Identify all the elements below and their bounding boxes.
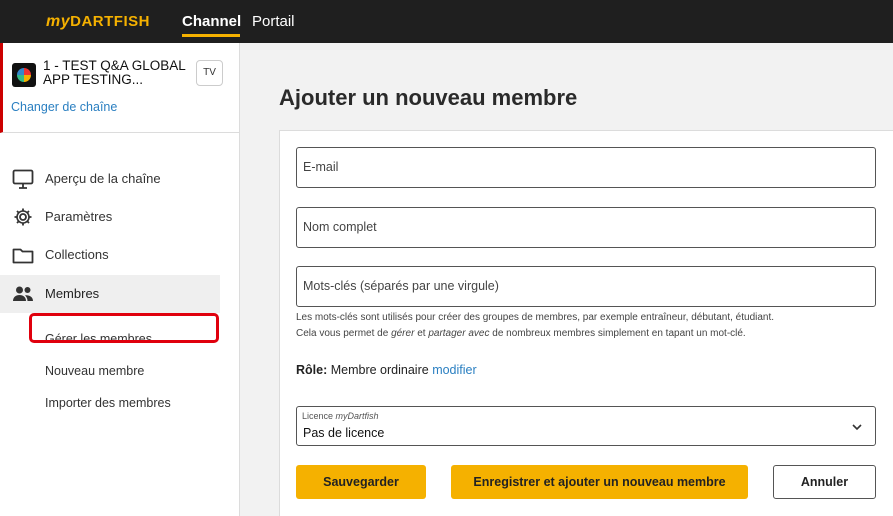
keywords-hint-line1: Les mots-clés sont utilisés pour créer d…	[296, 312, 775, 323]
cancel-button[interactable]: Annuler	[773, 465, 876, 499]
keywords-field[interactable]: Mots-clés (séparés par une virgule)	[296, 266, 876, 307]
modify-role-link[interactable]: modifier	[432, 363, 476, 377]
role-value: Membre ordinaire	[330, 363, 429, 377]
tab-channel[interactable]: Channel	[182, 12, 241, 32]
channel-selector: 1 - TEST Q&A GLOBAL APP TESTING... TV Ch…	[0, 43, 239, 133]
sub-item-nouveau-membre[interactable]: Nouveau membre	[45, 364, 144, 378]
save-button[interactable]: Sauvegarder	[296, 465, 426, 499]
sidebar-item-label: Paramètres	[45, 209, 113, 224]
tab-portail[interactable]: Portail	[252, 12, 295, 32]
top-bar: myDARTFISH Channel Portail	[0, 0, 893, 43]
email-field[interactable]: E-mail	[296, 147, 876, 188]
keywords-hint-line2: Cela vous permet de gérer et partager av…	[296, 328, 746, 339]
monitor-icon	[12, 169, 34, 189]
change-channel-link[interactable]: Changer de chaîne	[11, 100, 117, 114]
logo-my: my	[46, 13, 71, 30]
gear-icon	[12, 207, 34, 227]
sub-item-importer-membres[interactable]: Importer des membres	[45, 396, 171, 410]
license-caption: Licence myDartfish	[302, 411, 379, 421]
sidebar-item-apercu[interactable]: Aperçu de la chaîne	[0, 160, 220, 198]
channel-name: 1 - TEST Q&A GLOBAL APP TESTING...	[43, 58, 186, 87]
chevron-down-icon	[851, 420, 863, 432]
sidebar-item-label: Aperçu de la chaîne	[45, 171, 161, 186]
save-and-add-button[interactable]: Enregistrer et ajouter un nouveau membre	[451, 465, 748, 499]
fullname-field[interactable]: Nom complet	[296, 207, 876, 248]
mydartfish-logo[interactable]: myDARTFISH	[46, 12, 150, 32]
folder-icon	[12, 245, 34, 265]
sidebar-item-parametres[interactable]: Paramètres	[0, 198, 220, 236]
page-title: Ajouter un nouveau membre	[279, 85, 578, 110]
active-tab-indicator	[182, 34, 240, 37]
sidebar-item-label: Collections	[45, 247, 109, 262]
sidebar: 1 - TEST Q&A GLOBAL APP TESTING... TV Ch…	[0, 43, 240, 516]
role-row: Rôle: Membre ordinaire modifier	[296, 363, 477, 377]
tv-badge: TV	[196, 60, 223, 86]
users-icon	[12, 284, 34, 304]
license-value: Pas de licence	[303, 426, 385, 440]
email-placeholder: E-mail	[303, 160, 339, 174]
keywords-placeholder: Mots-clés (séparés par une virgule)	[303, 279, 499, 293]
sidebar-item-membres[interactable]: Membres	[0, 275, 220, 313]
role-label: Rôle:	[296, 363, 328, 377]
logo-brand: DARTFISH	[70, 13, 150, 30]
sidebar-item-collections[interactable]: Collections	[0, 236, 220, 274]
fullname-placeholder: Nom complet	[303, 220, 377, 234]
license-select[interactable]: Licence myDartfish Pas de licence	[296, 406, 876, 446]
highlight-box	[29, 313, 219, 343]
channel-logo-icon	[12, 63, 36, 87]
sidebar-item-label: Membres	[45, 286, 100, 301]
